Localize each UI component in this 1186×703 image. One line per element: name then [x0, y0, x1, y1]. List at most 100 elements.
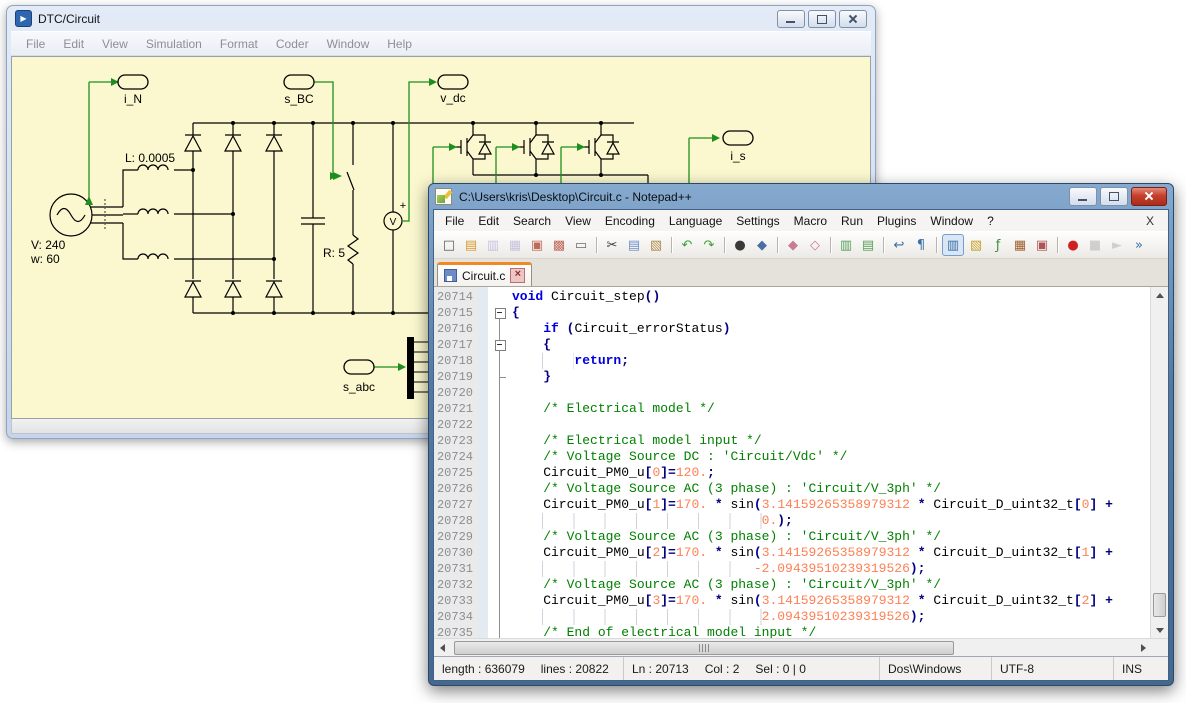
- close-all-icon[interactable]: ▩: [549, 235, 569, 255]
- status-encoding[interactable]: UTF-8: [1000, 662, 1034, 676]
- document-map-icon[interactable]: ▧: [966, 235, 986, 255]
- word-wrap-icon[interactable]: ↩: [889, 235, 909, 255]
- npp-menu-macro[interactable]: Macro: [787, 212, 834, 230]
- npp-menu-view[interactable]: View: [558, 212, 598, 230]
- npp-titlebar[interactable]: C:\Users\kris\Desktop\Circuit.c - Notepa…: [433, 184, 1169, 209]
- horizontal-scrollbar[interactable]: [434, 638, 1168, 656]
- scroll-right-arrow[interactable]: [1135, 644, 1151, 652]
- fold-margin[interactable]: [488, 337, 512, 353]
- plecs-menu-view[interactable]: View: [93, 35, 137, 53]
- save-all-icon[interactable]: ▦: [505, 235, 525, 255]
- bookmark-margin[interactable]: [478, 529, 488, 545]
- indent-guide-icon[interactable]: ▥: [942, 234, 964, 256]
- bookmark-margin[interactable]: [478, 577, 488, 593]
- npp-menu-file[interactable]: File: [438, 212, 471, 230]
- scroll-down-arrow[interactable]: [1151, 622, 1168, 638]
- plecs-menu-edit[interactable]: Edit: [54, 35, 93, 53]
- npp-menu-help[interactable]: ?: [980, 212, 1001, 230]
- new-file-icon[interactable]: □: [439, 235, 459, 255]
- port-v-dc[interactable]: [438, 75, 468, 89]
- bookmark-margin[interactable]: [478, 545, 488, 561]
- npp-menu-run[interactable]: Run: [834, 212, 870, 230]
- bookmark-margin[interactable]: [478, 593, 488, 609]
- plecs-menu-coder[interactable]: Coder: [267, 35, 318, 53]
- fold-margin[interactable]: [488, 305, 512, 321]
- bookmark-margin[interactable]: [478, 625, 488, 638]
- npp-close-button[interactable]: [1131, 187, 1167, 206]
- bookmark-margin[interactable]: [478, 401, 488, 417]
- copy-icon[interactable]: ▤: [624, 235, 644, 255]
- save-file-icon[interactable]: ▥: [483, 235, 503, 255]
- fold-collapse-icon[interactable]: [495, 340, 506, 351]
- npp-menu-language[interactable]: Language: [662, 212, 729, 230]
- npp-editor[interactable]: 20714void Circuit_step()20715{20716 if (…: [434, 287, 1168, 638]
- stop-macro-icon[interactable]: ■: [1085, 235, 1105, 255]
- bookmark-margin[interactable]: [478, 353, 488, 369]
- plecs-menu-simulation[interactable]: Simulation: [137, 35, 211, 53]
- npp-menu-plugins[interactable]: Plugins: [870, 212, 923, 230]
- close-file-icon[interactable]: ▣: [527, 235, 547, 255]
- horizontal-scroll-thumb[interactable]: [454, 641, 954, 655]
- plecs-minimize-button[interactable]: [777, 10, 805, 28]
- port-i-s[interactable]: [723, 131, 753, 145]
- npp-menu-close-doc[interactable]: X: [1136, 214, 1164, 228]
- npp-menu-edit[interactable]: Edit: [471, 212, 506, 230]
- plecs-titlebar[interactable]: ▶ DTC/Circuit: [11, 6, 871, 31]
- plecs-menu-help[interactable]: Help: [378, 35, 421, 53]
- npp-menu-search[interactable]: Search: [506, 212, 558, 230]
- print-icon[interactable]: ▭: [571, 235, 591, 255]
- zoom-in-icon[interactable]: ◆: [783, 235, 803, 255]
- replace-icon[interactable]: ◆: [752, 235, 772, 255]
- plecs-maximize-button[interactable]: [808, 10, 836, 28]
- npp-minimize-button[interactable]: [1069, 187, 1097, 206]
- tab-close-icon[interactable]: ×: [510, 268, 525, 283]
- bookmark-margin[interactable]: [478, 449, 488, 465]
- find-icon[interactable]: ●: [730, 235, 750, 255]
- scroll-left-arrow[interactable]: [434, 644, 450, 652]
- bookmark-margin[interactable]: [478, 369, 488, 385]
- npp-menu-window[interactable]: Window: [923, 212, 980, 230]
- bookmark-margin[interactable]: [478, 513, 488, 529]
- tab-circuit-c[interactable]: Circuit.c ×: [437, 262, 532, 286]
- redo-icon[interactable]: ↷: [699, 235, 719, 255]
- monitoring-icon[interactable]: ▣: [1032, 235, 1052, 255]
- vertical-scrollbar[interactable]: [1150, 287, 1168, 638]
- bookmark-margin[interactable]: [478, 385, 488, 401]
- plecs-close-button[interactable]: [839, 10, 867, 28]
- plecs-menu-file[interactable]: File: [17, 35, 54, 53]
- plecs-menu-window[interactable]: Window: [318, 35, 379, 53]
- open-file-icon[interactable]: ▤: [461, 235, 481, 255]
- zoom-out-icon[interactable]: ◇: [805, 235, 825, 255]
- bookmark-margin[interactable]: [478, 289, 488, 305]
- folder-as-workspace-icon[interactable]: ▦: [1010, 235, 1030, 255]
- cut-icon[interactable]: ✂: [602, 235, 622, 255]
- npp-menu-settings[interactable]: Settings: [729, 212, 786, 230]
- port-i-n[interactable]: [118, 75, 148, 89]
- status-insert-mode[interactable]: INS: [1122, 662, 1142, 676]
- bookmark-margin[interactable]: [478, 321, 488, 337]
- bookmark-margin[interactable]: [478, 609, 488, 625]
- port-s-bc[interactable]: [284, 75, 314, 89]
- plecs-menu-format[interactable]: Format: [211, 35, 267, 53]
- sync-scroll-horizontal-icon[interactable]: ▤: [858, 235, 878, 255]
- bookmark-margin[interactable]: [478, 417, 488, 433]
- fold-collapse-icon[interactable]: [495, 308, 506, 319]
- bookmark-margin[interactable]: [478, 465, 488, 481]
- vertical-scroll-thumb[interactable]: [1153, 593, 1166, 617]
- paste-icon[interactable]: ▧: [646, 235, 666, 255]
- bookmark-margin[interactable]: [478, 481, 488, 497]
- record-macro-icon[interactable]: ●: [1063, 235, 1083, 255]
- function-list-icon[interactable]: ƒ: [988, 235, 1008, 255]
- code-area[interactable]: 20714void Circuit_step()20715{20716 if (…: [434, 287, 1150, 638]
- sync-scroll-vertical-icon[interactable]: ▥: [836, 235, 856, 255]
- bookmark-margin[interactable]: [478, 337, 488, 353]
- bookmark-margin[interactable]: [478, 433, 488, 449]
- show-all-characters-icon[interactable]: ¶: [911, 235, 931, 255]
- status-eol-format[interactable]: Dos\Windows: [888, 662, 961, 676]
- bookmark-margin[interactable]: [478, 497, 488, 513]
- undo-icon[interactable]: ↶: [677, 235, 697, 255]
- npp-maximize-button[interactable]: [1100, 187, 1128, 206]
- bookmark-margin[interactable]: [478, 561, 488, 577]
- horizontal-scroll-track[interactable]: [450, 639, 1135, 656]
- npp-menu-encoding[interactable]: Encoding: [598, 212, 662, 230]
